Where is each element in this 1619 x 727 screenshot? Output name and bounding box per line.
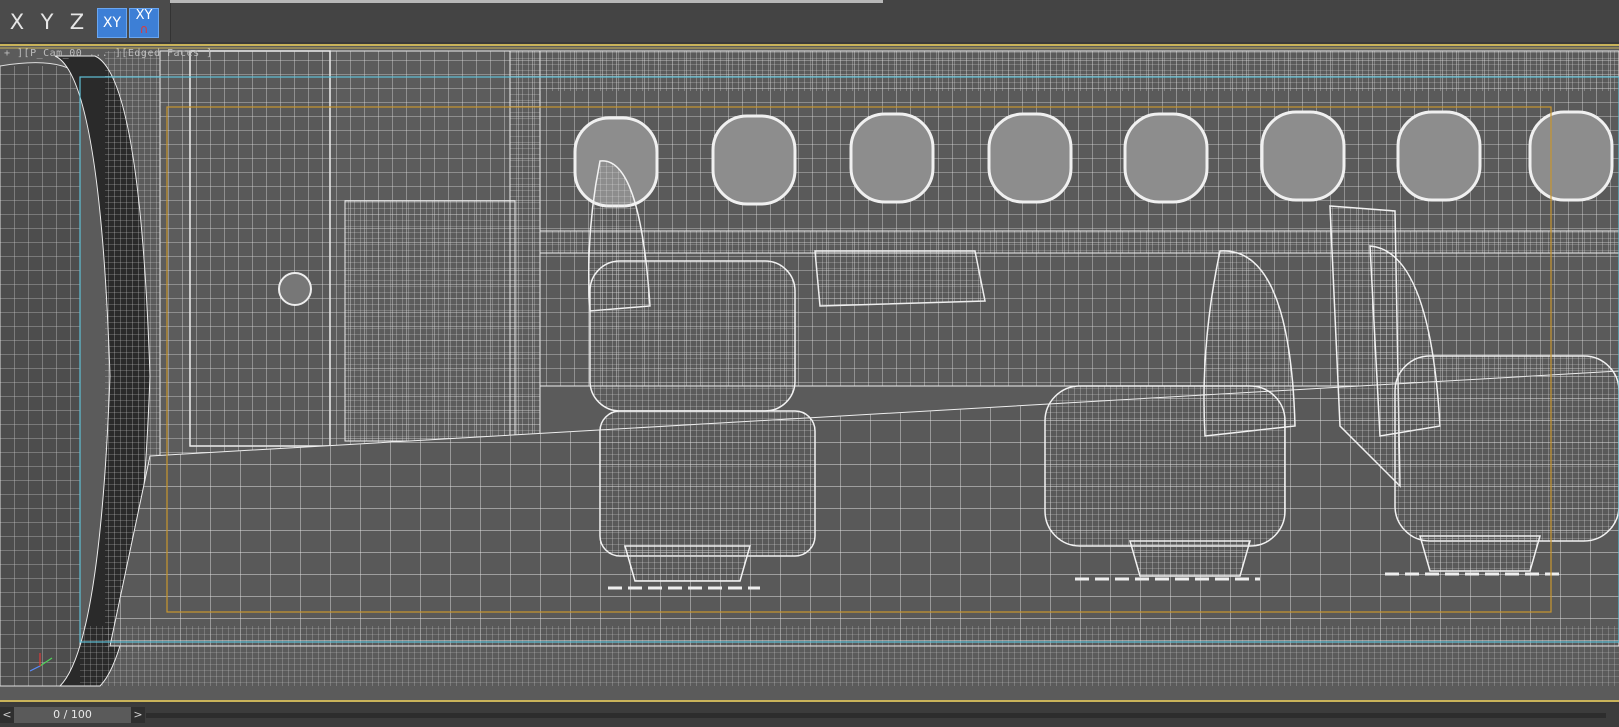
time-slider-track[interactable] bbox=[146, 713, 1606, 718]
cabin-window bbox=[849, 112, 935, 204]
viewport-label[interactable]: + ][P_Cam_00 ... ][Edged Faces ] bbox=[4, 48, 213, 59]
time-slider-next-button[interactable]: > bbox=[131, 707, 145, 723]
axis-xy-snap-label: XY bbox=[135, 8, 153, 23]
toolbar-divider bbox=[170, 0, 883, 3]
axis-xy-button[interactable]: XY bbox=[97, 8, 127, 38]
axis-z-button[interactable]: Z bbox=[66, 8, 88, 36]
cabin-window bbox=[711, 114, 797, 206]
floor-edge bbox=[80, 626, 1619, 686]
axis-y-button[interactable]: Y bbox=[36, 8, 58, 36]
magnet-icon: ∩ bbox=[139, 22, 149, 36]
cabin-window bbox=[1396, 110, 1482, 202]
cabin-window bbox=[1528, 110, 1614, 202]
wireframe-scene bbox=[0, 47, 1619, 687]
camera-viewport[interactable]: + ][P_Cam_00 ... ][Edged Faces ] bbox=[0, 44, 1619, 702]
time-slider: < 0 / 100 > bbox=[0, 704, 1619, 727]
galley-cabinet bbox=[344, 200, 516, 442]
axis-x-button[interactable]: X bbox=[6, 8, 28, 36]
cabin-window bbox=[1123, 112, 1209, 204]
axis-xy-snap-button[interactable]: XY ∩ bbox=[129, 8, 159, 38]
door-handle bbox=[278, 272, 312, 306]
axis-constraints-toolbar: X Y Z XY XY ∩ bbox=[0, 0, 1619, 42]
sidewall-ledge bbox=[539, 230, 1619, 254]
cabin-window bbox=[1260, 110, 1346, 202]
cabin-table bbox=[814, 250, 986, 307]
cabin-window bbox=[987, 112, 1073, 204]
time-slider-frame-field[interactable]: 0 / 100 bbox=[14, 707, 131, 723]
time-slider-prev-button[interactable]: < bbox=[0, 707, 14, 723]
